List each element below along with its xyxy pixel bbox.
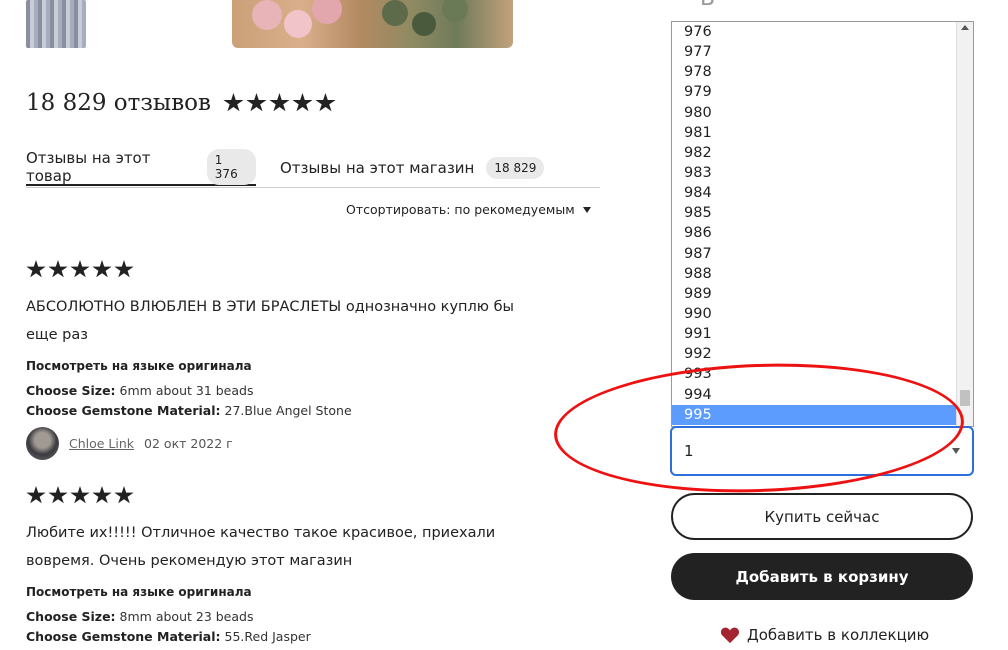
spec-label: Choose Size: [26,609,116,624]
scrollbar[interactable] [956,22,973,426]
quantity-option[interactable]: 979 [672,82,973,102]
spec-value: 8mm about 23 beads [119,609,254,624]
spec-label: Choose Gemstone Material: [26,403,221,418]
quantity-option[interactable]: 990 [672,304,973,324]
buy-now-button[interactable]: Купить сейчас [671,493,973,540]
quantity-option[interactable]: 991 [672,324,973,344]
star-icon [246,93,267,112]
add-to-collection-label: Добавить в коллекцию [747,626,930,644]
quantity-option[interactable]: 978 [672,62,973,82]
scroll-up-arrow-icon[interactable] [961,25,969,30]
author-name-link[interactable]: Chloe Link [69,436,134,451]
reviews-header: 18 829 отзывов [26,90,336,116]
review-material-spec: Choose Gemstone Material: 27.Blue Angel … [26,401,546,421]
quantity-select[interactable]: 1 [670,426,974,476]
star-icon [70,486,90,504]
quantity-option[interactable]: 994 [672,385,973,405]
tab-item-reviews[interactable]: Отзывы на этот товар 1 376 [26,149,256,186]
reviews-tabs: Отзывы на этот товар 1 376 Отзывы на это… [26,149,600,188]
review-size-spec: Choose Size: 8mm about 23 beads [26,607,546,627]
star-icon [269,93,290,112]
tab-count-badge: 18 829 [486,157,545,179]
review-rating-stars [26,260,134,279]
review-size-spec: Choose Size: 6mm about 31 beads [26,381,546,401]
star-icon [70,260,90,278]
quantity-option[interactable]: 984 [672,183,973,203]
quantity-option[interactable]: 985 [672,203,973,223]
review-item: Любите их!!!!! Отличное качество такое к… [26,486,546,647]
star-icon [223,93,244,112]
star-icon [26,260,46,278]
review-date: 02 окт 2022 г [144,436,233,451]
star-icon [315,93,336,112]
star-icon [292,93,313,112]
sort-dropdown[interactable]: Отсортировать: по рекомедуемым [346,202,591,217]
star-icon [114,260,134,278]
overall-rating-stars [223,93,336,113]
quantity-options-list[interactable]: 976 977 978 979 980 981 982 983 984 985 986 987 988 9… [671,21,974,427]
spec-label: Choose Gemstone Material: [26,629,221,644]
quantity-option[interactable]: 983 [672,163,973,183]
spec-value: 27.Blue Angel Stone [224,403,352,418]
quantity-option[interactable]: 988 [672,264,973,284]
star-icon [92,260,112,278]
quantity-option[interactable]: 982 [672,143,973,163]
reviews-count-title: 18 829 отзывов [26,90,211,116]
star-icon [92,486,112,504]
quantity-select-value: 1 [684,442,694,460]
add-to-collection-button[interactable]: Добавить в коллекцию [720,626,929,644]
partial-hidden-heading: Б [700,0,719,11]
quantity-option[interactable]: 980 [672,103,973,123]
star-icon [114,486,134,504]
spec-value: 55.Red Jasper [224,629,311,644]
view-original-language-link[interactable]: Посмотреть на языке оригинала [26,585,546,599]
quantity-option[interactable]: 987 [672,244,973,264]
quantity-option[interactable]: 995 [672,404,973,425]
review-material-spec: Choose Gemstone Material: 55.Red Jasper [26,627,546,647]
caret-down-icon [582,206,591,213]
quantity-option[interactable]: 989 [672,284,973,304]
star-icon [48,486,68,504]
add-to-cart-button[interactable]: Добавить в корзину [671,553,973,600]
quantity-option[interactable]: 976 [672,22,973,42]
review-text: Любите их!!!!! Отличное качество такое к… [26,525,496,569]
tab-count-badge: 1 376 [206,149,256,185]
product-thumbnail[interactable] [26,0,86,48]
tab-shop-reviews[interactable]: Отзывы на этот магазин 18 829 [280,150,545,186]
avatar[interactable] [26,427,59,460]
review-item: АБСОЛЮТНО ВЛЮБЛЕН В ЭТИ БРАСЛЕТЫ однозна… [26,260,546,460]
review-rating-stars [26,486,134,505]
tab-label: Отзывы на этот товар [26,149,151,185]
sort-label: Отсортировать: по рекомедуемым [346,202,575,217]
spec-label: Choose Size: [26,383,116,398]
star-icon [26,486,46,504]
quantity-option[interactable]: 981 [672,123,973,143]
review-author: Chloe Link 02 окт 2022 г [26,427,546,460]
spec-value: 6mm about 31 beads [119,383,254,398]
heart-icon [720,627,740,644]
tab-label: Отзывы на этот магазин [280,159,475,177]
options-container: 976 977 978 979 980 981 982 983 984 985 986 987 988 9… [672,22,973,425]
chevron-down-icon [952,448,960,454]
review-text: АБСОЛЮТНО ВЛЮБЛЕН В ЭТИ БРАСЛЕТЫ однозна… [26,299,514,343]
quantity-option[interactable]: 993 [672,364,973,384]
view-original-language-link[interactable]: Посмотреть на языке оригинала [26,359,546,373]
scrollbar-thumb[interactable] [960,390,970,406]
star-icon [48,260,68,278]
quantity-option[interactable]: 992 [672,344,973,364]
product-hero-image [232,0,513,48]
quantity-option[interactable]: 986 [672,223,973,243]
quantity-option[interactable]: 977 [672,42,973,62]
